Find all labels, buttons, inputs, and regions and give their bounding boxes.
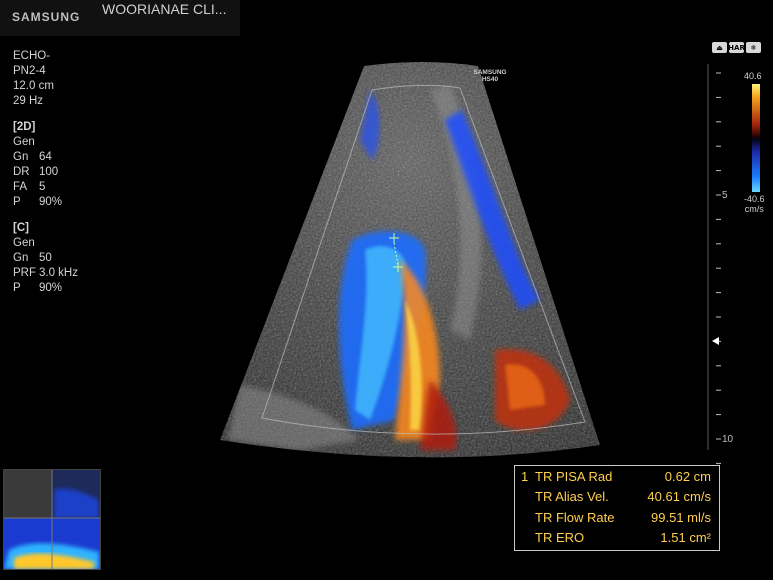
measurement-row: TR ERO 1.51 cm²: [515, 530, 719, 550]
measurement-value: 1.51 cm²: [660, 530, 711, 545]
measurement-label: TR Flow Rate: [535, 510, 615, 525]
depth-label-5: 5: [722, 190, 728, 201]
color-scale-min: -40.6 cm/s: [744, 194, 765, 214]
measurement-row: TR Alias Vel. 40.61 cm/s: [515, 489, 719, 509]
depth-label-10: 10: [722, 434, 734, 445]
color-scale-unit: cm/s: [744, 204, 764, 214]
scan-sector: [220, 62, 600, 458]
snowflake-icon[interactable]: ❄: [746, 42, 761, 53]
measurement-panel[interactable]: 1 TR PISA Rad 0.62 cm TR Alias Vel. 40.6…: [514, 465, 720, 551]
device-label-1: SAMSUNG: [473, 69, 506, 76]
measurement-label: TR PISA Rad: [535, 469, 613, 484]
depth-scale: [716, 72, 721, 464]
focus-marker-icon[interactable]: [712, 337, 719, 345]
har-icon[interactable]: HAR: [728, 42, 745, 53]
measurement-value: 40.61 cm/s: [647, 489, 711, 504]
measurement-row: TR Flow Rate 99.51 ml/s: [515, 510, 719, 530]
measurement-value: 0.62 cm: [664, 469, 711, 484]
measurement-value: 99.51 ml/s: [651, 510, 711, 525]
status-icons: ⏏ HAR ❄: [712, 42, 761, 53]
color-scale-bar: [752, 84, 760, 192]
reference-thumbnail[interactable]: [3, 469, 101, 570]
measurement-label: TR Alias Vel.: [535, 489, 609, 504]
probe-icon[interactable]: ⏏: [712, 42, 727, 53]
color-scale-max: 40.6: [744, 71, 762, 81]
measurement-row: 1 TR PISA Rad 0.62 cm: [515, 469, 719, 489]
measurement-label: TR ERO: [535, 530, 585, 545]
device-label-2: HS40: [482, 76, 499, 83]
color-scale-min-value: -40.6: [744, 194, 765, 204]
measurement-index: 1: [521, 469, 529, 484]
